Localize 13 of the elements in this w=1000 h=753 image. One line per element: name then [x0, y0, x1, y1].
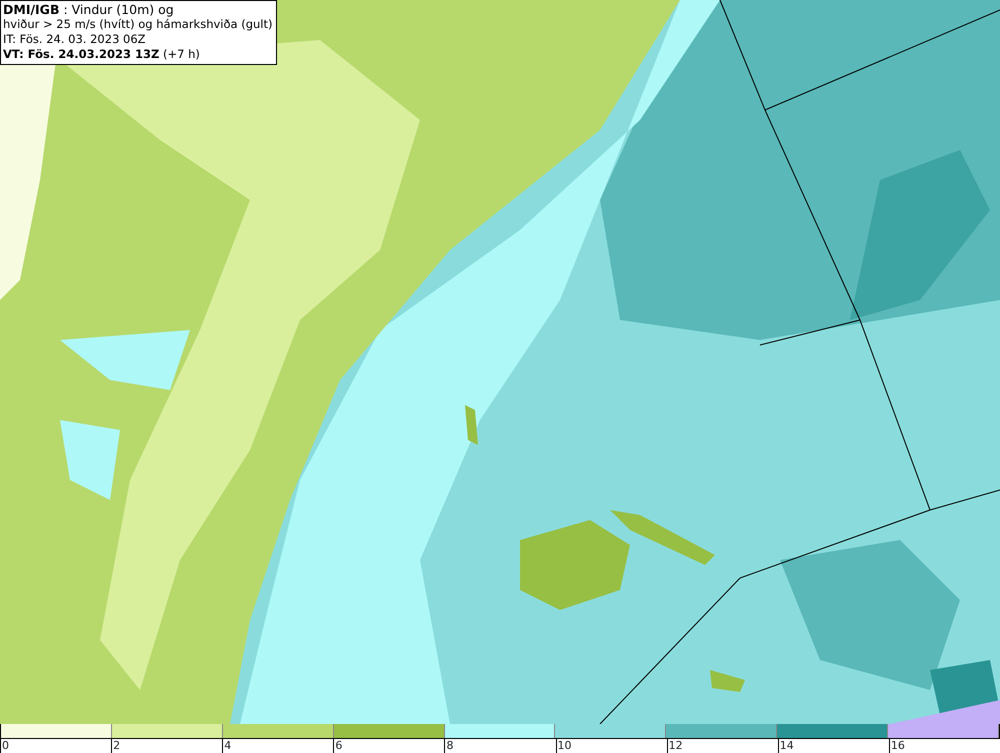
legend-tick-label: 8: [444, 739, 454, 753]
legend-tick-label: 14: [778, 739, 794, 753]
legend-tick-label: 6: [333, 739, 342, 753]
caption-line: DMI/IGB : Vindur (10m) og: [3, 2, 175, 17]
legend-tick-label: 12: [666, 739, 683, 753]
legend-tick-label: 4: [222, 739, 232, 753]
caption-line: hviður > 25 m/s (hvítt) og hámarkshviða (gult): [3, 17, 272, 32]
legend-tick-label: 16: [888, 739, 905, 753]
caption-line: IT: Fös. 24. 03. 2023 06Z: [3, 32, 147, 47]
legend-tick-label: 0: [0, 739, 9, 753]
caption-line: VT: Fös. 24.03.2023 13Z (+7 h): [3, 47, 201, 62]
legend-tick-label: 2: [111, 739, 120, 753]
legend-tick-label: 10: [556, 739, 572, 753]
